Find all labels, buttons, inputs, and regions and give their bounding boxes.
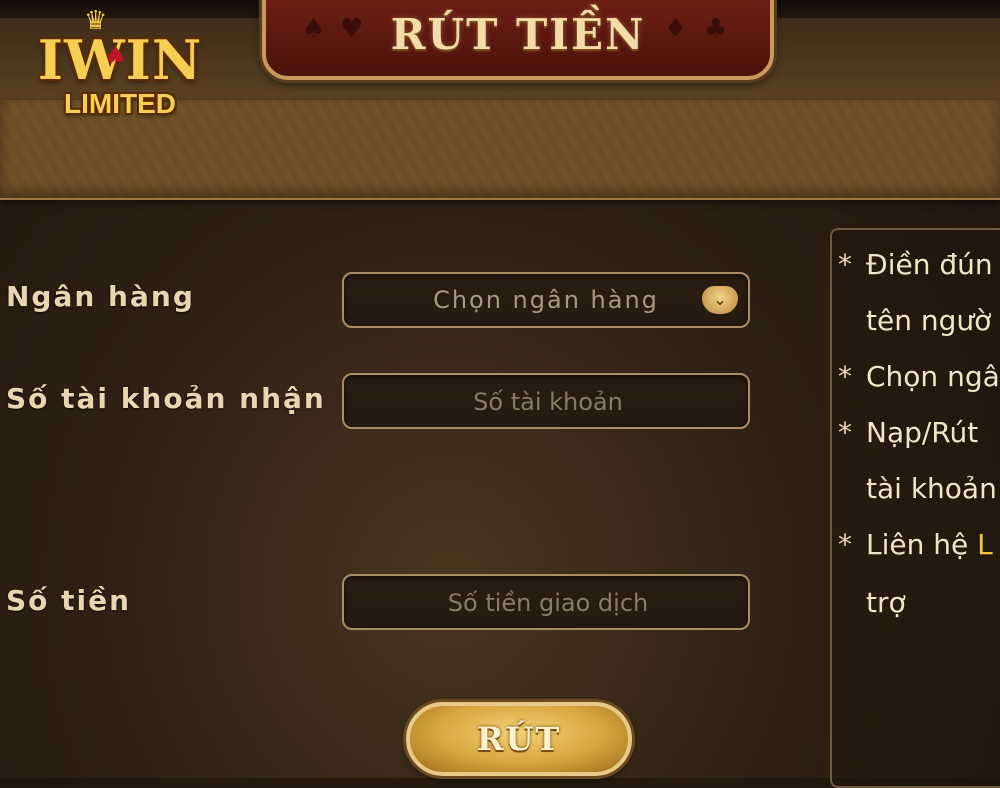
bank-select-value: Chọn ngân hàng (433, 286, 659, 314)
brand-logo: ♛ IWIN ♠ LIMITED (22, 4, 218, 130)
note-item: * Liên hệ L (838, 528, 993, 561)
page-title: RÚT TIỀN (390, 10, 646, 59)
note-item: * Chọn ngâ (838, 360, 1000, 393)
withdraw-button[interactable]: RÚT (406, 702, 632, 776)
logo-wordmark-bottom: LIMITED (64, 88, 176, 119)
withdraw-button-label: RÚT (476, 720, 562, 758)
chevron-down-icon[interactable]: ⌄ (702, 286, 738, 314)
amount-input[interactable] (344, 576, 752, 630)
bank-label: Ngân hàng (6, 280, 195, 313)
account-number-field-wrap (342, 373, 752, 429)
amount-label: Số tiền (6, 584, 132, 617)
note-item-continued: trợ (866, 586, 906, 619)
note-item-continued: tên ngườ (866, 304, 992, 337)
account-label: Số tài khoản nhận (6, 382, 326, 415)
note-item: * Nạp/Rút (838, 416, 979, 449)
account-number-input[interactable] (344, 375, 752, 429)
note-item: * Điền đún (838, 248, 993, 281)
bank-select[interactable]: Chọn ngân hàng ⌄ (342, 272, 750, 328)
note-item-continued: tài khoản (866, 472, 997, 505)
spade-gem-icon: ♠ (104, 42, 128, 72)
support-link[interactable]: L (977, 528, 993, 561)
title-plaque: ♠ ♥ ♦ ♣ RÚT TIỀN (262, 0, 774, 80)
amount-field-wrap (342, 574, 752, 630)
